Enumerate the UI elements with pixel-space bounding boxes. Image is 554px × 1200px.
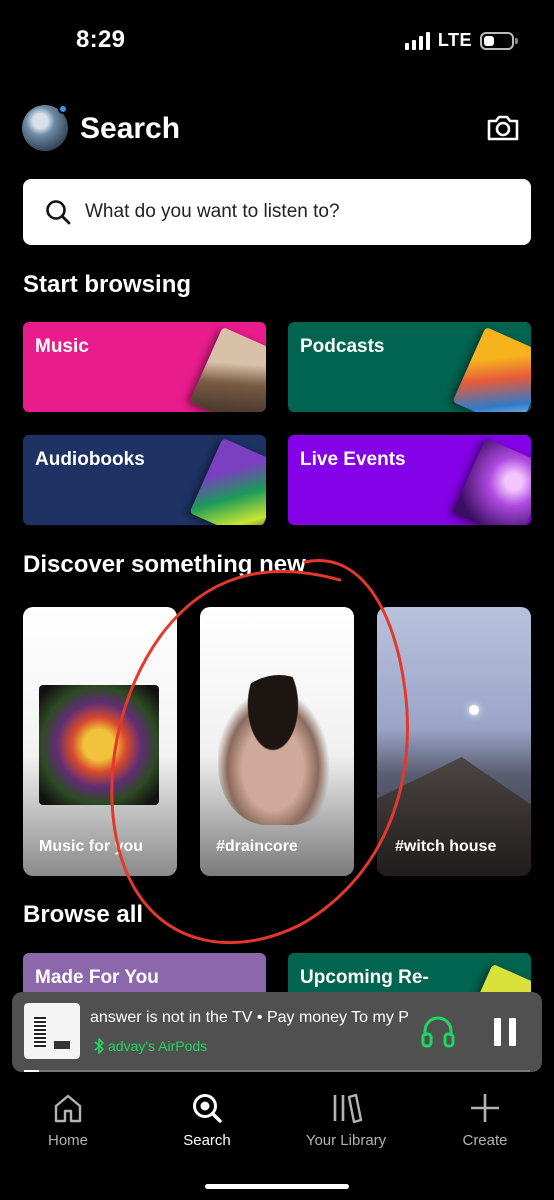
tab-search[interactable]: Search: [147, 1092, 267, 1149]
browse-all-title: Browse all: [23, 901, 144, 928]
tab-label: Create: [462, 1132, 508, 1149]
tab-bar: Home Search Your Library Create: [0, 1072, 554, 1200]
browse-card-live-events[interactable]: Live Events: [288, 435, 531, 525]
search-input[interactable]: [85, 201, 485, 223]
headphones-icon[interactable]: [420, 1014, 456, 1048]
pause-button[interactable]: [494, 1018, 516, 1046]
tab-your-library[interactable]: Your Library: [286, 1092, 406, 1149]
status-indicators: LTE: [404, 30, 518, 51]
card-label: Live Events: [300, 449, 406, 470]
audiobook-artwork: [189, 437, 266, 525]
start-browsing-title: Start browsing: [23, 271, 192, 298]
card-label: Made For You: [35, 967, 159, 988]
camera-icon[interactable]: [486, 114, 520, 142]
annotation-circle: [110, 559, 409, 945]
card-label: Music: [35, 336, 89, 357]
browse-card-audiobooks[interactable]: Audiobooks: [23, 435, 266, 525]
signal-icon: [404, 31, 430, 50]
tab-label: Your Library: [305, 1132, 387, 1149]
home-indicator[interactable]: [205, 1184, 349, 1189]
card-label: Podcasts: [300, 336, 385, 357]
tab-create[interactable]: Create: [425, 1092, 545, 1149]
connected-device: advay's AirPods: [108, 1038, 208, 1054]
search-icon: [46, 200, 71, 225]
notification-dot: [58, 104, 68, 114]
tab-label: Search: [183, 1132, 231, 1149]
browse-card-music[interactable]: Music: [23, 322, 266, 412]
mini-player[interactable]: answer is not in the TV • Pay money To m…: [12, 992, 542, 1072]
library-icon: [333, 1093, 362, 1124]
page-title: Search: [80, 112, 181, 145]
status-time: 8:29: [76, 26, 126, 53]
home-icon: [54, 1094, 82, 1123]
battery-icon: [480, 31, 518, 50]
bluetooth-icon: [94, 1038, 104, 1054]
browse-card-podcasts[interactable]: Podcasts: [288, 322, 531, 412]
podcast-artwork: [452, 326, 531, 412]
search-bar[interactable]: [23, 179, 531, 245]
network-label: LTE: [437, 30, 472, 50]
tab-home[interactable]: Home: [8, 1092, 128, 1149]
now-playing-title: answer is not in the TV • Pay money To m…: [90, 1009, 409, 1026]
tab-label: Home: [47, 1132, 88, 1149]
now-playing-artwork: [24, 1003, 80, 1059]
card-label: Audiobooks: [35, 449, 145, 470]
card-label: Upcoming Re-: [300, 967, 429, 988]
search-icon: [193, 1094, 222, 1123]
live-events-artwork: [452, 437, 531, 525]
music-artwork: [189, 326, 266, 412]
plus-icon: [471, 1094, 499, 1122]
